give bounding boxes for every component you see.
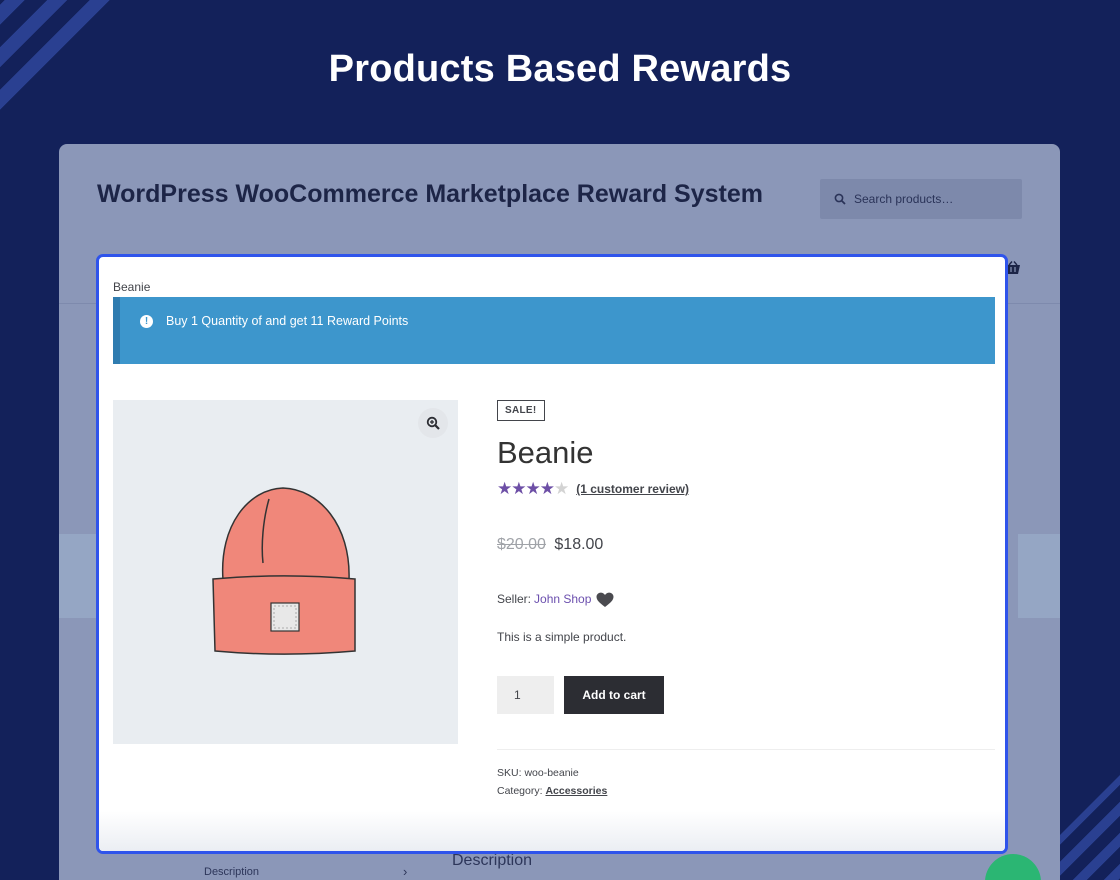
review-link[interactable]: (1 customer review) xyxy=(576,482,689,496)
seller-row: Seller: John Shop xyxy=(497,589,995,608)
reward-points-notice: ! Buy 1 Quantity of and get 11 Reward Po… xyxy=(113,297,995,364)
star-icon: ★ xyxy=(525,479,541,498)
chat-icon[interactable] xyxy=(985,854,1041,880)
related-product-thumb-right[interactable] xyxy=(1018,534,1060,618)
add-to-cart-button[interactable]: Add to cart xyxy=(564,676,664,714)
meta-divider xyxy=(497,749,995,750)
chevron-right-icon: › xyxy=(403,864,408,879)
sku-value: woo-beanie xyxy=(524,767,579,779)
search-placeholder: Search products… xyxy=(854,192,954,206)
product-title: Beanie xyxy=(497,435,594,470)
related-product-thumb-left[interactable] xyxy=(59,534,97,618)
sale-badge: SALE! xyxy=(497,400,545,421)
product-quick-view-modal: Beanie ! Buy 1 Quantity of and get 11 Re… xyxy=(96,254,1008,854)
description-heading: Description xyxy=(452,852,533,869)
info-icon: ! xyxy=(140,315,153,328)
hero-title: Products Based Rewards xyxy=(328,48,792,90)
price: $20.00 $18.00 xyxy=(497,536,995,554)
quantity-input[interactable] xyxy=(497,676,554,714)
heart-icon[interactable] xyxy=(596,592,614,608)
tab-description[interactable]: Description xyxy=(204,866,259,878)
regular-price: $20.00 xyxy=(497,536,546,553)
category-label: Category: xyxy=(497,785,543,797)
star-icon: ★ xyxy=(511,479,526,498)
product-image[interactable] xyxy=(113,400,458,744)
star-rating: ★★★★★ xyxy=(497,479,569,499)
zoom-icon[interactable] xyxy=(418,408,448,438)
breadcrumb[interactable]: Beanie xyxy=(113,280,150,294)
modal-bottom-fade xyxy=(99,811,1005,851)
product-meta: SKU: woo-beanie Category: Accessories xyxy=(497,764,995,800)
beanie-illustration xyxy=(212,487,356,655)
product-summary: SALE! Beanie ★★★★★ (1 customer review) $… xyxy=(497,400,995,800)
star-icon: ★ xyxy=(497,479,512,498)
category-row: Category: Accessories xyxy=(497,782,995,800)
short-description: This is a simple product. xyxy=(497,630,627,644)
add-to-cart-form: Add to cart xyxy=(497,676,995,714)
star-icon: ★ xyxy=(554,479,569,498)
notice-text: Buy 1 Quantity of and get 11 Reward Poin… xyxy=(166,314,409,328)
site-title[interactable]: WordPress WooCommerce Marketplace Reward… xyxy=(97,180,763,209)
rating-row: ★★★★★ (1 customer review) xyxy=(497,479,995,499)
sku-label: SKU: xyxy=(497,767,522,779)
sku-row: SKU: woo-beanie xyxy=(497,764,995,782)
star-icon: ★ xyxy=(539,479,555,498)
category-link[interactable]: Accessories xyxy=(545,785,607,797)
search-input[interactable]: Search products… xyxy=(820,179,1022,219)
seller-label: Seller: xyxy=(497,591,532,606)
search-icon xyxy=(834,193,846,205)
seller-link[interactable]: John Shop xyxy=(534,592,591,606)
sale-price: $18.00 xyxy=(554,536,604,553)
